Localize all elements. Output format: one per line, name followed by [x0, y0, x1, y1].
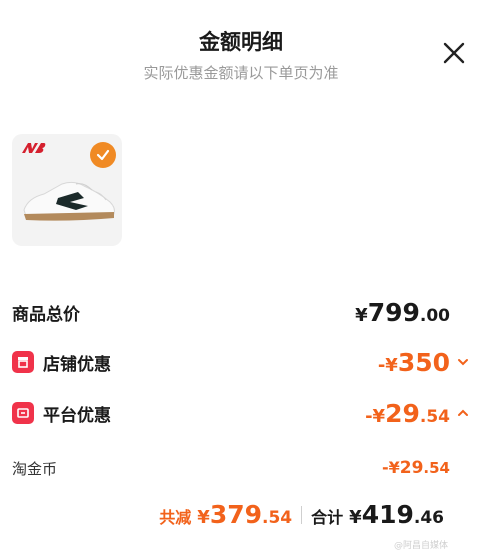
platform-discount-integer: 29	[385, 398, 420, 428]
saved-decimal: .54	[262, 508, 293, 528]
platform-discount-row[interactable]: 平台优惠 -¥ 29 .54	[12, 397, 470, 429]
coin-discount-value: -¥ 29 .54	[382, 458, 450, 478]
platform-coupon-icon	[12, 402, 34, 424]
total-price-decimal: .00	[419, 305, 450, 326]
coin-discount-row: 淘金币 -¥ 29 .54	[12, 452, 470, 484]
chevron-up-icon[interactable]	[456, 406, 470, 420]
coin-discount-label: 淘金币	[12, 459, 58, 478]
product-thumbnail[interactable]	[12, 134, 122, 246]
page-subtitle: 实际优惠金额请以下单页为准	[143, 64, 339, 82]
detail-header: 金额明细 实际优惠金额请以下单页为准	[0, 0, 482, 100]
discount-prefix: -¥	[365, 405, 386, 427]
platform-discount-decimal: .54	[419, 406, 450, 427]
store-icon	[12, 351, 34, 373]
total-price-value: ¥ 799 .00	[355, 298, 450, 327]
store-discount-integer: 350	[397, 347, 450, 377]
platform-discount-value: -¥ 29 .54	[365, 399, 470, 428]
coin-discount-integer: 29	[399, 458, 424, 478]
total-price-row: 商品总价 ¥ 799 .00	[12, 296, 470, 328]
sneaker-image	[23, 181, 115, 221]
coin-discount-decimal: .54	[423, 459, 450, 477]
total-label: 合计	[311, 508, 344, 527]
platform-discount-label: 平台优惠	[43, 405, 111, 426]
store-discount-row[interactable]: 店铺优惠 -¥ 350	[12, 346, 470, 378]
footer-divider	[301, 505, 303, 524]
total-currency: ¥	[349, 507, 362, 528]
total-price-integer: 799	[367, 297, 420, 327]
chevron-down-icon[interactable]	[456, 355, 470, 369]
summary-values: 共减 ¥ 379 .54 合计 ¥ 419 .46	[159, 500, 444, 529]
saved-label: 共减	[159, 508, 192, 527]
new-balance-logo-icon	[22, 143, 46, 153]
total-decimal: .46	[413, 508, 444, 528]
discount-prefix: -¥	[381, 458, 400, 477]
currency-symbol: ¥	[355, 304, 368, 326]
watermark: @阿昌自媒体	[394, 541, 449, 551]
saved-integer: 379	[209, 500, 263, 529]
close-icon[interactable]	[441, 40, 467, 66]
page-title: 金额明细	[199, 30, 283, 54]
saved-currency: ¥	[197, 507, 210, 528]
summary-footer: 共减 ¥ 379 .54 合计 ¥ 419 .46	[0, 500, 482, 540]
total-price-label: 商品总价	[12, 304, 80, 325]
discount-prefix: -¥	[377, 354, 398, 376]
store-discount-value: -¥ 350	[378, 348, 470, 377]
store-discount-label: 店铺优惠	[43, 354, 111, 375]
total-integer: 419	[361, 500, 414, 529]
